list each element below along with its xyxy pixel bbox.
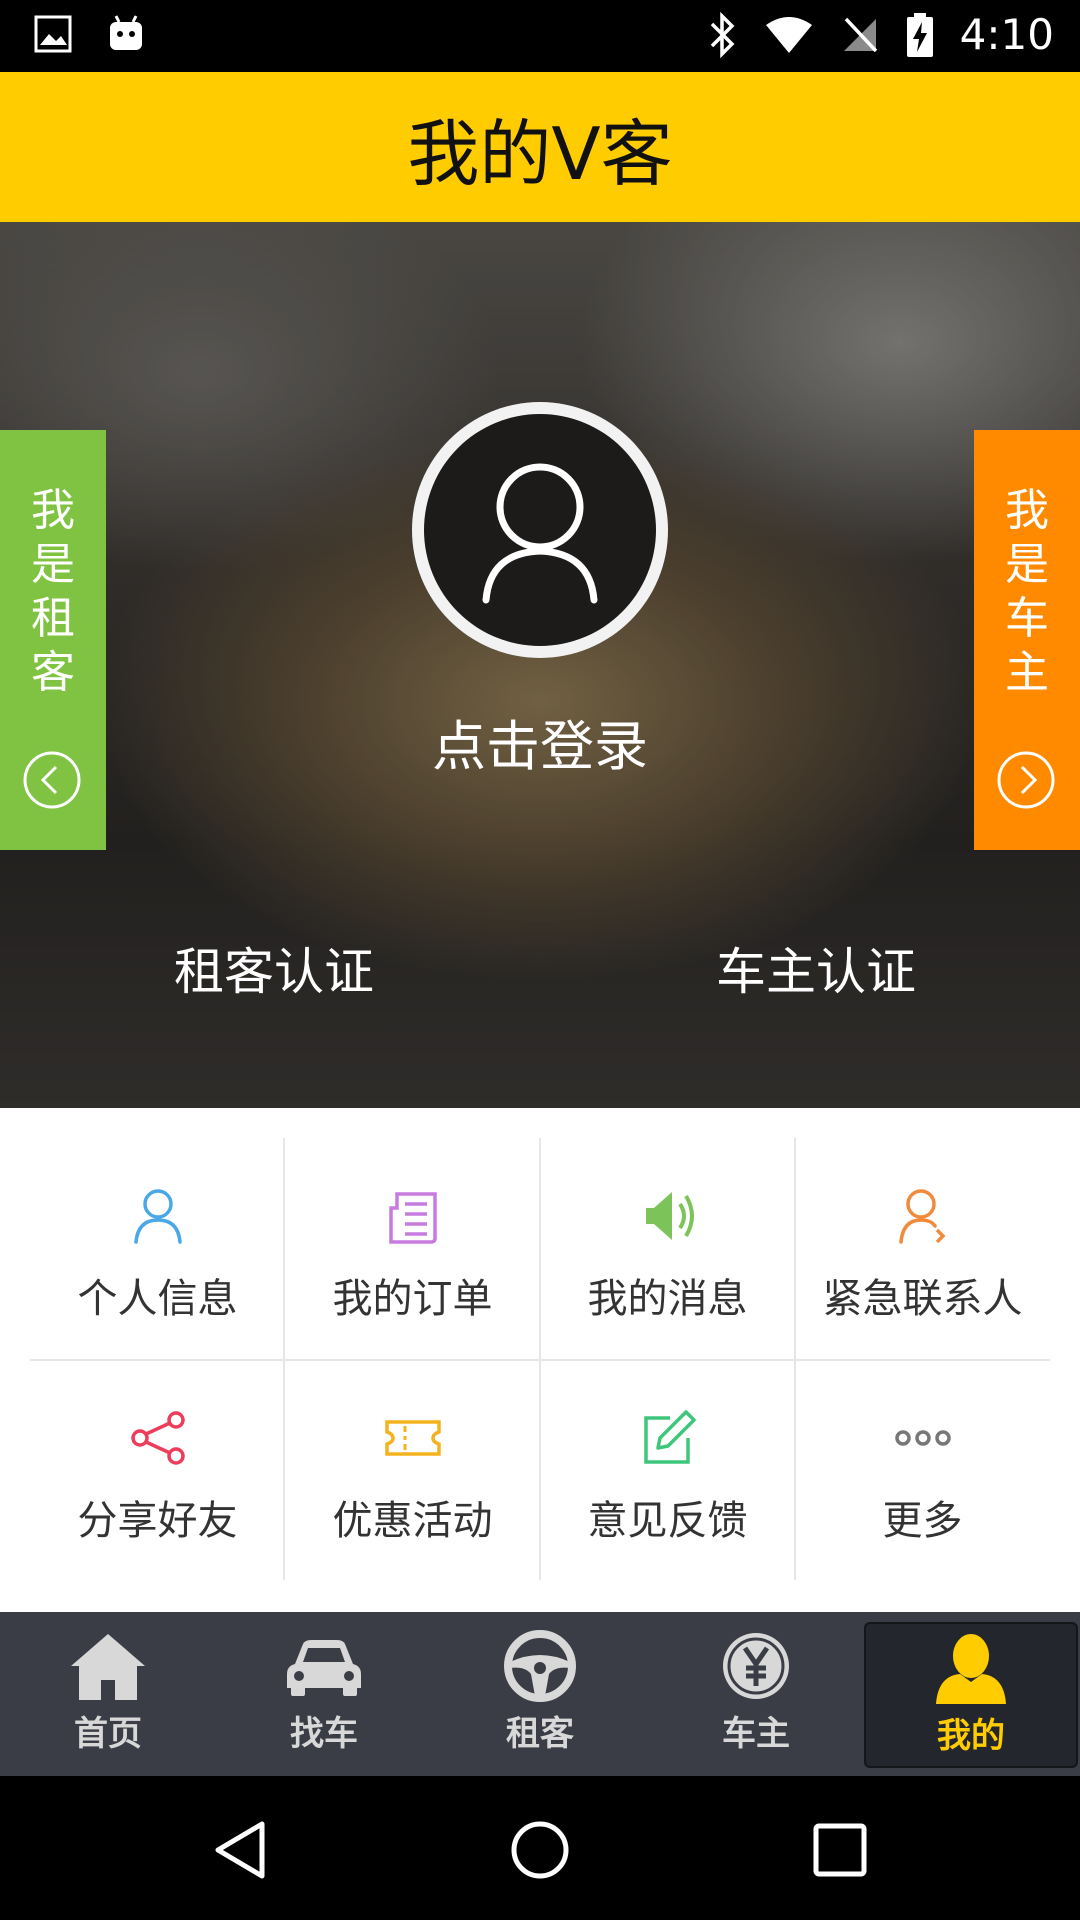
bottom-nav: 首页 找车 租客 车主 我的 <box>0 1612 1080 1776</box>
owner-cert-link[interactable]: 车主认证 <box>716 932 916 1004</box>
app-header: 我的V客 <box>0 72 1080 222</box>
bluetooth-icon <box>710 11 735 58</box>
menu-share-friends[interactable]: 分享好友 <box>30 1360 285 1581</box>
menu-more[interactable]: 更多 <box>795 1360 1050 1581</box>
home-icon <box>71 1634 145 1700</box>
nav-mine[interactable]: 我的 <box>864 1622 1078 1768</box>
menu-feedback[interactable]: 意见反馈 <box>540 1360 795 1581</box>
menu-personal-info[interactable]: 个人信息 <box>30 1138 285 1359</box>
clock: 4:10 <box>959 10 1054 59</box>
edit-feedback-icon <box>643 1410 696 1464</box>
nav-find-car[interactable]: 找车 <box>216 1612 432 1776</box>
owner-tab-label: 我是车主 <box>1005 485 1049 698</box>
menu-promotions[interactable]: 优惠活动 <box>285 1360 540 1581</box>
feature-menu: 个人信息 我的订单 我的消息 紧急联系人 分享好友 优惠活动 意见反馈 更多 <box>30 1138 1050 1580</box>
tenant-tab-label: 我是租客 <box>31 485 75 698</box>
login-link[interactable]: 点击登录 <box>0 702 1080 781</box>
user-silhouette-icon <box>936 1634 1006 1704</box>
yuan-coin-icon <box>723 1633 789 1699</box>
tenant-cert-link[interactable]: 租客认证 <box>174 932 374 1004</box>
owner-tab[interactable]: 我是车主 <box>974 430 1080 850</box>
coupon-icon <box>384 1420 441 1456</box>
menu-my-orders[interactable]: 我的订单 <box>285 1138 540 1359</box>
status-bar: 4:10 <box>0 0 1080 72</box>
more-dots-icon <box>894 1430 951 1446</box>
menu-my-messages[interactable]: 我的消息 <box>540 1138 795 1359</box>
car-icon <box>287 1640 361 1696</box>
steering-wheel-icon <box>504 1630 576 1702</box>
user-avatar-icon <box>482 463 598 604</box>
battery-charging-icon <box>906 12 933 57</box>
order-list-icon <box>388 1192 437 1244</box>
home-circle-icon[interactable] <box>508 1818 572 1882</box>
person-icon <box>133 1189 182 1244</box>
emergency-contact-icon <box>898 1189 945 1244</box>
recents-icon[interactable] <box>808 1818 872 1882</box>
android-icon <box>110 15 142 50</box>
no-sim-icon <box>843 17 877 52</box>
tenant-tab[interactable]: 我是租客 <box>0 430 106 850</box>
wifi-icon <box>765 16 812 53</box>
share-icon <box>130 1411 185 1465</box>
speaker-icon <box>645 1192 694 1240</box>
system-nav-bar <box>0 1776 1080 1920</box>
nav-owner[interactable]: 车主 <box>648 1612 864 1776</box>
nav-tenant[interactable]: 租客 <box>432 1612 648 1776</box>
menu-emergency-contact[interactable]: 紧急联系人 <box>795 1138 1050 1359</box>
profile-hero: 我是租客 我是车主 点击登录 租客认证 车主认证 <box>0 222 1080 1108</box>
nav-home[interactable]: 首页 <box>0 1612 216 1776</box>
gallery-icon <box>34 15 72 53</box>
back-icon[interactable] <box>208 1818 272 1882</box>
avatar[interactable] <box>412 402 668 658</box>
page-title: 我的V客 <box>407 111 673 196</box>
